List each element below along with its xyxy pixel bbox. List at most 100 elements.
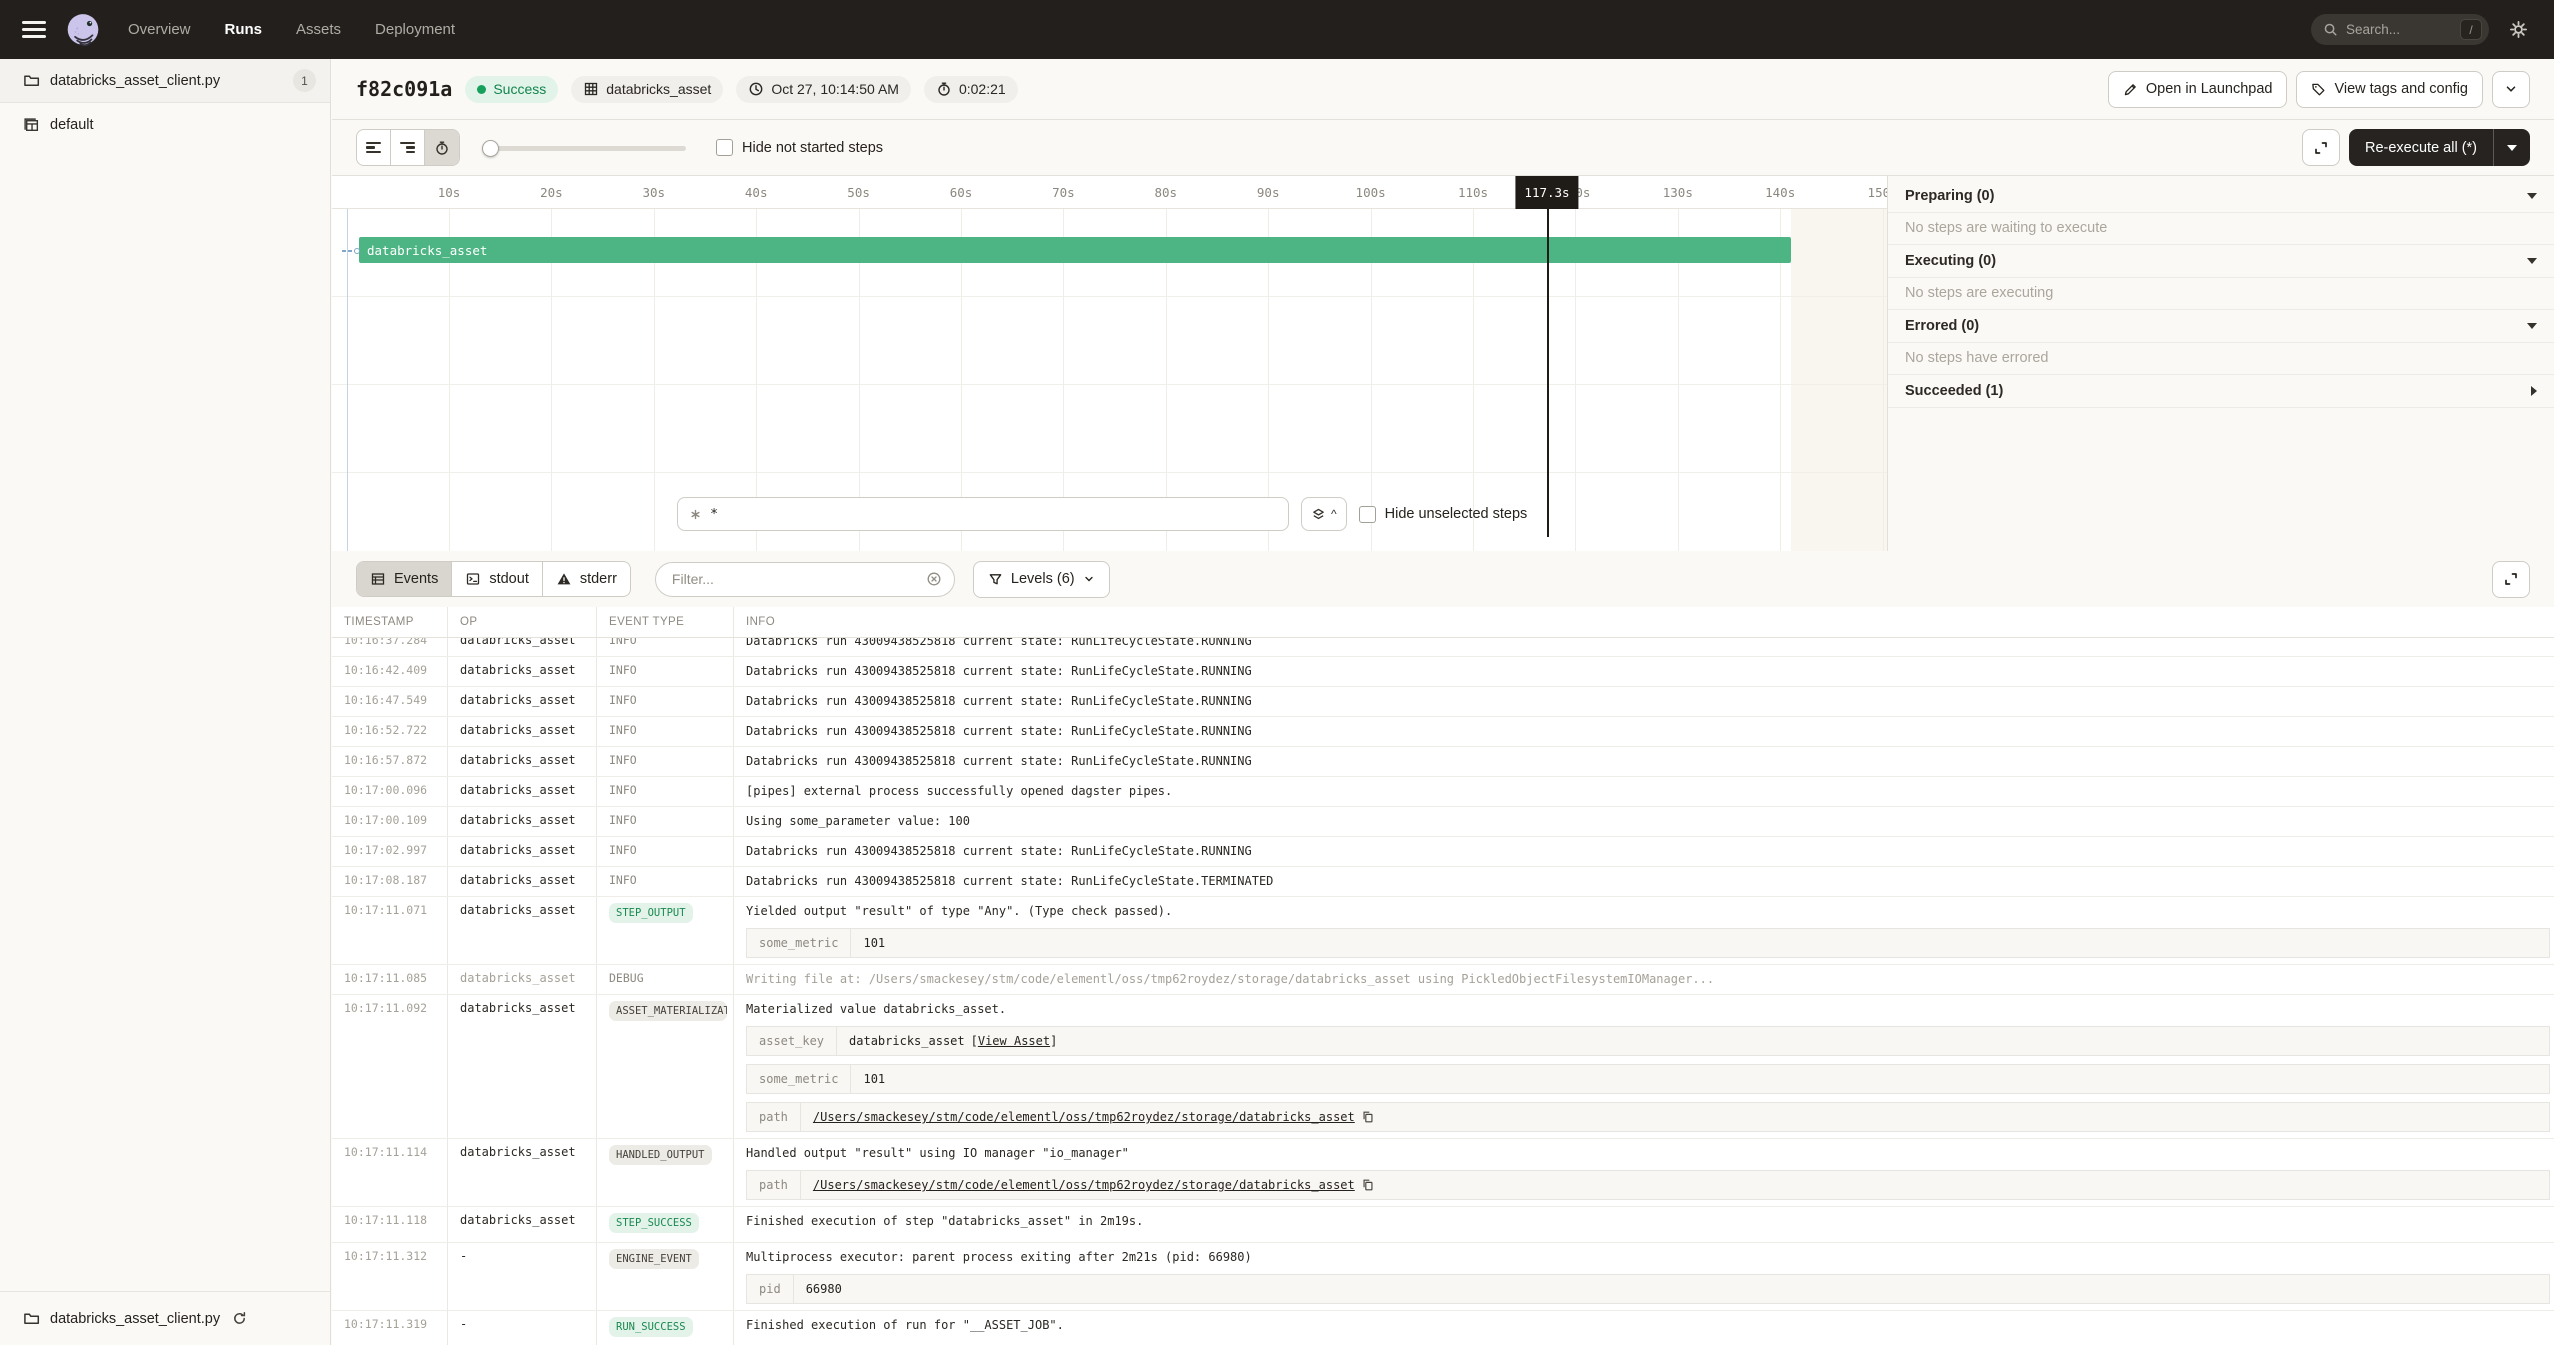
log-info-text: Databricks run 43009438525818 current st… (746, 873, 2554, 890)
step-selector-input[interactable]: * (677, 497, 1289, 531)
metadata-value-text: 66980 (806, 1282, 842, 1296)
log-row[interactable]: 10:17:11.085databricks_assetDEBUGWriting… (332, 965, 2554, 995)
gantt-row-line (332, 384, 1887, 385)
gantt-step-bar[interactable]: databricks_asset (359, 237, 1791, 263)
log-filter-input[interactable] (672, 571, 926, 587)
log-row[interactable]: 10:17:00.109databricks_assetINFOUsing so… (332, 807, 2554, 837)
stopwatch-icon (434, 140, 450, 156)
log-row[interactable]: 10:17:08.187databricks_assetINFODatabric… (332, 867, 2554, 897)
log-row[interactable]: 10:17:11.319-RUN_SUCCESSFinished executi… (332, 1311, 2554, 1345)
timed-view-button[interactable] (425, 130, 459, 165)
log-op: databricks_asset (448, 807, 597, 836)
step-panel-section-header[interactable]: Preparing (0) (1888, 180, 2554, 213)
log-row[interactable]: 10:17:11.312-ENGINE_EVENTMultiprocess ex… (332, 1243, 2554, 1311)
logs-fullscreen-button[interactable] (2492, 561, 2530, 598)
gear-icon[interactable] (2509, 20, 2528, 39)
log-tab-stdout[interactable]: stdout (452, 562, 543, 596)
log-timestamp: 10:17:08.187 (332, 867, 448, 896)
axis-tick-label: 110s (1458, 176, 1488, 209)
nav-item-runs[interactable]: Runs (225, 21, 263, 38)
log-op: databricks_asset (448, 995, 597, 1138)
log-row[interactable]: 10:17:00.096databricks_assetINFO[pipes] … (332, 777, 2554, 807)
log-row[interactable]: 10:17:11.071databricks_assetSTEP_OUTPUTY… (332, 897, 2554, 965)
step-panel-section-header[interactable]: Errored (0) (1888, 310, 2554, 343)
view-asset-link[interactable]: View Asset (978, 1034, 1050, 1048)
log-op: databricks_asset (448, 1207, 597, 1242)
slider-track[interactable] (482, 146, 686, 151)
hamburger-menu-icon[interactable] (22, 21, 46, 38)
reexecute-all-button[interactable]: Re-execute all (*) (2349, 129, 2530, 166)
reexecute-dropdown-button[interactable] (2493, 129, 2530, 166)
step-panel-section-header[interactable]: Executing (0) (1888, 245, 2554, 278)
log-row[interactable]: 10:16:52.722databricks_assetINFODatabric… (332, 717, 2554, 747)
log-info-text: Handled output "result" using IO manager… (746, 1145, 2554, 1162)
log-row[interactable]: 10:17:11.092databricks_assetASSET_MATERI… (332, 995, 2554, 1139)
metadata-entry: pid66980 (746, 1274, 2550, 1304)
event-type-pill: STEP_SUCCESS (609, 1213, 699, 1233)
log-row[interactable]: 10:16:57.872databricks_assetINFODatabric… (332, 747, 2554, 777)
log-tab-events[interactable]: Events (357, 562, 452, 596)
waterfall-view-button[interactable] (391, 130, 425, 165)
hide-unselected-checkbox-row[interactable]: Hide unselected steps (1359, 506, 1528, 523)
levels-filter-button[interactable]: Levels (6) (973, 561, 1110, 598)
log-row[interactable]: 10:17:11.118databricks_assetSTEP_SUCCESS… (332, 1207, 2554, 1243)
chevron-down-icon (2527, 258, 2537, 264)
gantt-controls-row: Hide not started steps Re-execute all (*… (332, 120, 2554, 176)
gantt-chart: 10s20s30s40s50s60s70s80s90s100s110s120s1… (332, 176, 1887, 551)
sidebar-item[interactable]: databricks_asset_client.py1 (0, 59, 330, 103)
zoom-slider[interactable] (482, 140, 686, 156)
log-filter-input-wrap[interactable] (655, 562, 955, 597)
log-row[interactable]: 10:16:47.549databricks_assetINFODatabric… (332, 687, 2554, 717)
count-badge: 1 (293, 69, 316, 92)
log-row[interactable]: 10:16:37.284databricks_assetINFODatabric… (332, 638, 2554, 657)
step-query-options-button[interactable]: ^ (1301, 497, 1347, 531)
run-tag-clock[interactable]: Oct 27, 10:14:50 AM (736, 76, 911, 103)
hide-not-started-checkbox[interactable] (716, 139, 733, 156)
search-input[interactable]: Search... / (2311, 14, 2489, 45)
event-type-text: INFO (609, 783, 637, 797)
run-header-more-button[interactable] (2492, 71, 2530, 108)
log-tab-stderr[interactable]: stderr (543, 562, 630, 596)
nav-item-assets[interactable]: Assets (296, 21, 341, 38)
flat-view-button[interactable] (357, 130, 391, 165)
metadata-entry: asset_keydatabricks_asset[View Asset] (746, 1026, 2550, 1056)
log-row[interactable]: 10:17:02.997databricks_assetINFODatabric… (332, 837, 2554, 867)
log-op: databricks_asset (448, 638, 597, 656)
hide-unselected-checkbox[interactable] (1359, 506, 1376, 523)
hide-not-started-checkbox-row[interactable]: Hide not started steps (716, 139, 883, 156)
metadata-link-wrap: [View Asset] (971, 1034, 1058, 1048)
run-tag-stopwatch[interactable]: 0:02:21 (924, 76, 1018, 103)
log-timestamp: 10:17:11.319 (332, 1311, 448, 1345)
clear-filter-icon[interactable] (926, 571, 942, 587)
metadata-label: path (747, 1171, 801, 1199)
event-type-text: INFO (609, 813, 637, 827)
log-column-header: EVENT TYPE (597, 607, 734, 637)
path-link[interactable]: /Users/smackesey/stm/code/elementl/oss/t… (813, 1178, 1355, 1192)
step-panel-section-title: Succeeded (1) (1905, 383, 2531, 399)
log-event-type-cell: INFO (597, 777, 734, 806)
log-row[interactable]: 10:17:11.114databricks_assetHANDLED_OUTP… (332, 1139, 2554, 1207)
copy-icon[interactable] (1361, 1110, 1375, 1124)
metadata-value-text: databricks_asset (849, 1034, 965, 1048)
run-tag-asset-grid[interactable]: databricks_asset (571, 76, 723, 103)
open-in-launchpad-button[interactable]: Open in Launchpad (2108, 71, 2288, 108)
view-tags-config-button[interactable]: View tags and config (2296, 71, 2483, 108)
path-link[interactable]: /Users/smackesey/stm/code/elementl/oss/t… (813, 1110, 1355, 1124)
gantt-fullscreen-button[interactable] (2302, 129, 2340, 166)
slider-thumb[interactable] (482, 140, 499, 157)
copy-icon[interactable] (1361, 1178, 1375, 1192)
log-op: databricks_asset (448, 1139, 597, 1206)
log-row[interactable]: 10:16:42.409databricks_assetINFODatabric… (332, 657, 2554, 687)
event-type-pill: RUN_SUCCESS (609, 1317, 693, 1337)
axis-tick-label: 70s (1052, 176, 1075, 209)
nav-item-deployment[interactable]: Deployment (375, 21, 455, 38)
chevron-up-icon: ^ (1331, 507, 1337, 521)
refresh-icon[interactable] (232, 1311, 247, 1326)
chevron-down-icon (1083, 573, 1095, 585)
event-type-text: INFO (609, 843, 637, 857)
axis-tick-label: 140s (1765, 176, 1795, 209)
step-panel-section-header[interactable]: Succeeded (1) (1888, 375, 2554, 408)
nav-item-overview[interactable]: Overview (128, 21, 191, 38)
dagster-logo[interactable] (64, 11, 102, 49)
sidebar-item[interactable]: default (0, 103, 330, 147)
